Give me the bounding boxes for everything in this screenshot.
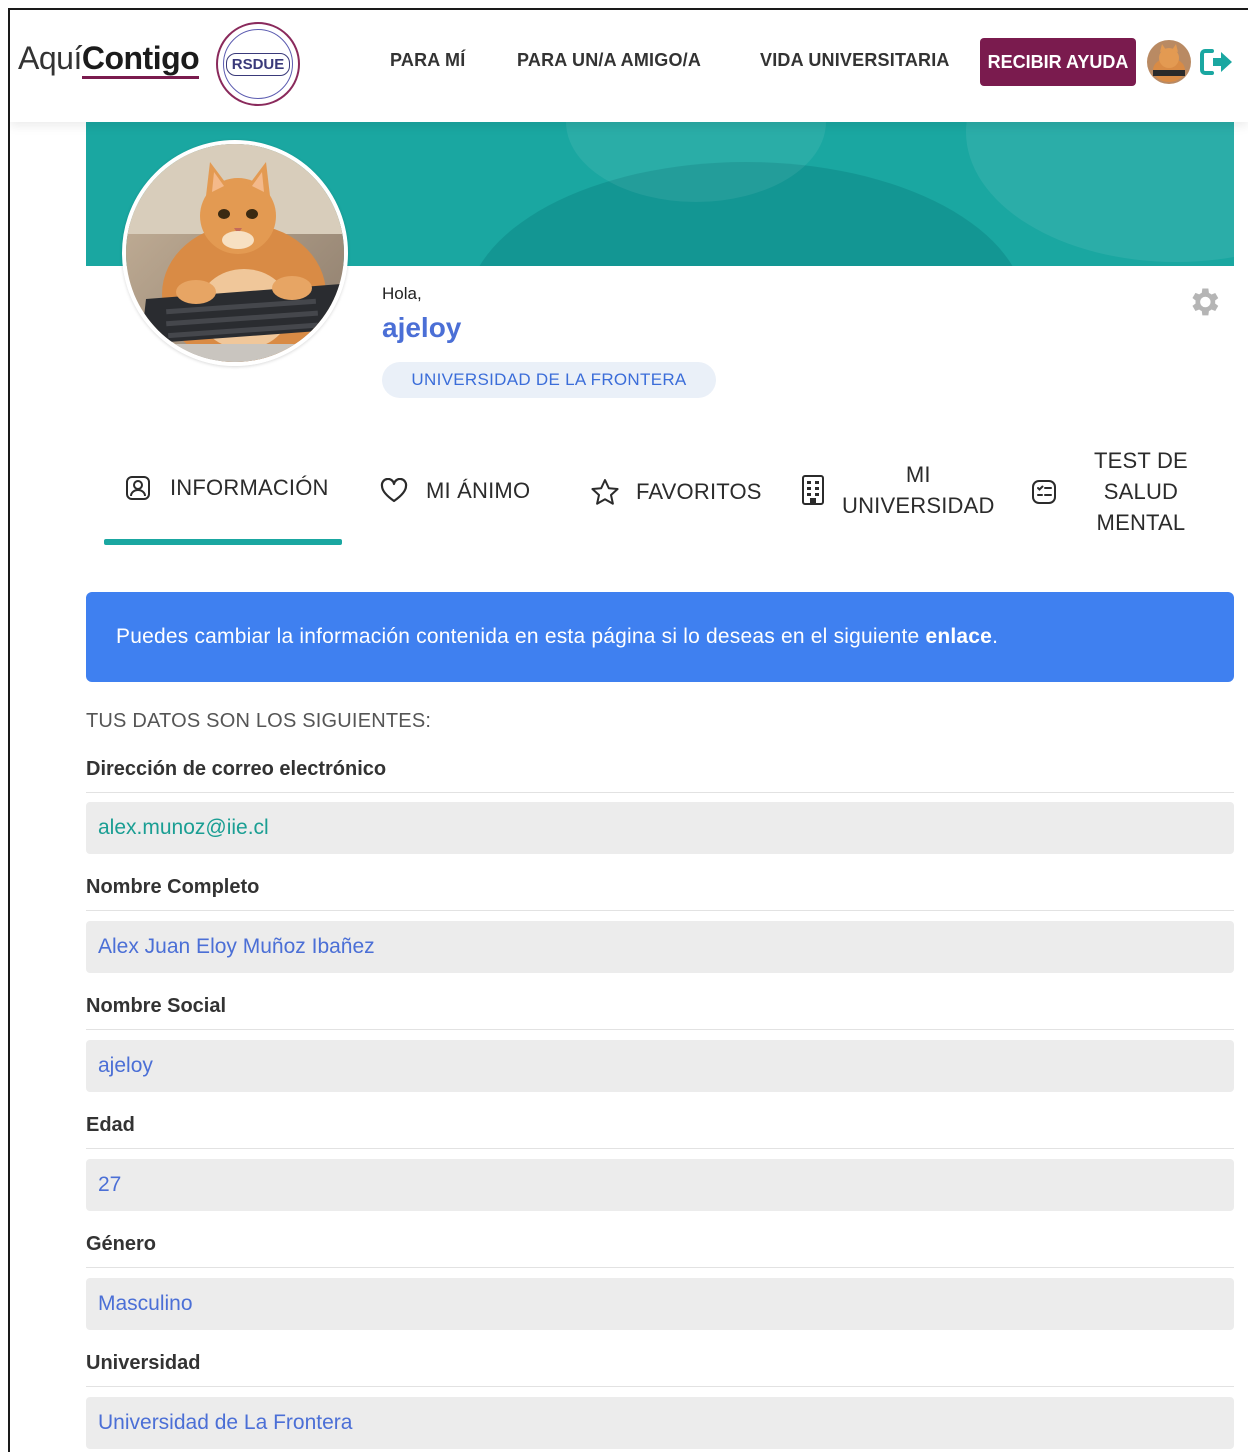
field-label-gender: Género xyxy=(86,1233,157,1255)
section-title: TUS DATOS SON LOS SIGUIENTES: xyxy=(86,710,432,732)
active-tab-indicator xyxy=(104,539,342,545)
email-field: alex.munoz@iie.cl xyxy=(86,802,1234,854)
user-square-icon xyxy=(126,476,150,500)
username-heading: ajeloy xyxy=(382,312,462,343)
alert-text: Puedes cambiar la información contenida … xyxy=(116,625,999,648)
tab-favoritos[interactable]: FAVORITOS xyxy=(590,478,762,506)
divider xyxy=(86,910,1234,911)
university-field: Universidad de La Frontera xyxy=(86,1397,1234,1449)
field-label-email: Dirección de correo electrónico xyxy=(86,758,387,780)
tab-label: INFORMACIÓN xyxy=(170,475,329,500)
info-alert: Puedes cambiar la información contenida … xyxy=(86,592,1234,682)
brand-name-part1: Aquí xyxy=(18,40,82,76)
tab-label: FAVORITOS xyxy=(636,479,762,504)
alert-link[interactable]: enlace xyxy=(925,625,992,648)
tab-test-salud-mental[interactable]: TEST DE SALUD MENTAL xyxy=(1030,445,1188,538)
nav-link-para-amigo[interactable]: PARA UN/A AMIGO/A xyxy=(517,50,701,71)
age-field: 27 xyxy=(86,1159,1234,1211)
tab-label: MI ÁNIMO xyxy=(426,478,531,503)
cat-profile-image xyxy=(126,144,344,362)
brand-name-part2: Contigo xyxy=(81,40,200,79)
tab-label: MI UNIVERSIDAD xyxy=(842,462,995,518)
top-navbar: AquíContigo RSDUE PARA MÍ PARA UN/A AMIG… xyxy=(10,10,1248,122)
social-name-field: ajeloy xyxy=(86,1040,1234,1092)
profile-photo[interactable] xyxy=(122,140,348,366)
seal-text: RSDUE xyxy=(225,52,291,76)
nav-link-para-mi[interactable]: PARA MÍ xyxy=(390,50,465,71)
gear-icon[interactable] xyxy=(1186,284,1222,320)
gender-field: Masculino xyxy=(86,1278,1234,1330)
rsdue-seal-logo: RSDUE xyxy=(216,22,300,106)
user-avatar[interactable] xyxy=(1147,40,1191,84)
field-label-social-name: Nombre Social xyxy=(86,995,227,1017)
university-badge: UNIVERSIDAD DE LA FRONTERA xyxy=(382,362,716,398)
divider xyxy=(86,1267,1234,1268)
tab-mi-animo[interactable]: MI ÁNIMO xyxy=(380,478,530,504)
logout-icon[interactable] xyxy=(1200,48,1234,76)
heart-icon xyxy=(380,478,408,503)
app-window: AquíContigo RSDUE PARA MÍ PARA UN/A AMIG… xyxy=(8,8,1248,1452)
tab-informacion[interactable]: INFORMACIÓN xyxy=(124,474,329,502)
divider xyxy=(86,1148,1234,1149)
recibir-ayuda-button[interactable]: RECIBIR AYUDA xyxy=(980,38,1136,86)
greeting-text: Hola, xyxy=(382,284,422,303)
cat-avatar-image xyxy=(1147,40,1191,84)
field-label-university: Universidad xyxy=(86,1352,201,1374)
divider xyxy=(86,1386,1234,1387)
nav-link-vida-universitaria[interactable]: VIDA UNIVERSITARIA xyxy=(760,50,950,71)
divider xyxy=(86,1029,1234,1030)
field-label-age: Edad xyxy=(86,1114,135,1136)
building-icon xyxy=(802,475,824,505)
checklist-icon xyxy=(1032,479,1056,504)
field-label-full-name: Nombre Completo xyxy=(86,876,260,898)
full-name-field: Alex Juan Eloy Muñoz Ibañez xyxy=(86,921,1234,973)
tab-label: TEST DE SALUD MENTAL xyxy=(1094,448,1188,535)
brand-logo[interactable]: AquíContigo xyxy=(18,40,200,79)
tab-mi-universidad[interactable]: MI UNIVERSIDAD xyxy=(800,459,995,521)
star-icon xyxy=(591,479,619,505)
divider xyxy=(86,792,1234,793)
